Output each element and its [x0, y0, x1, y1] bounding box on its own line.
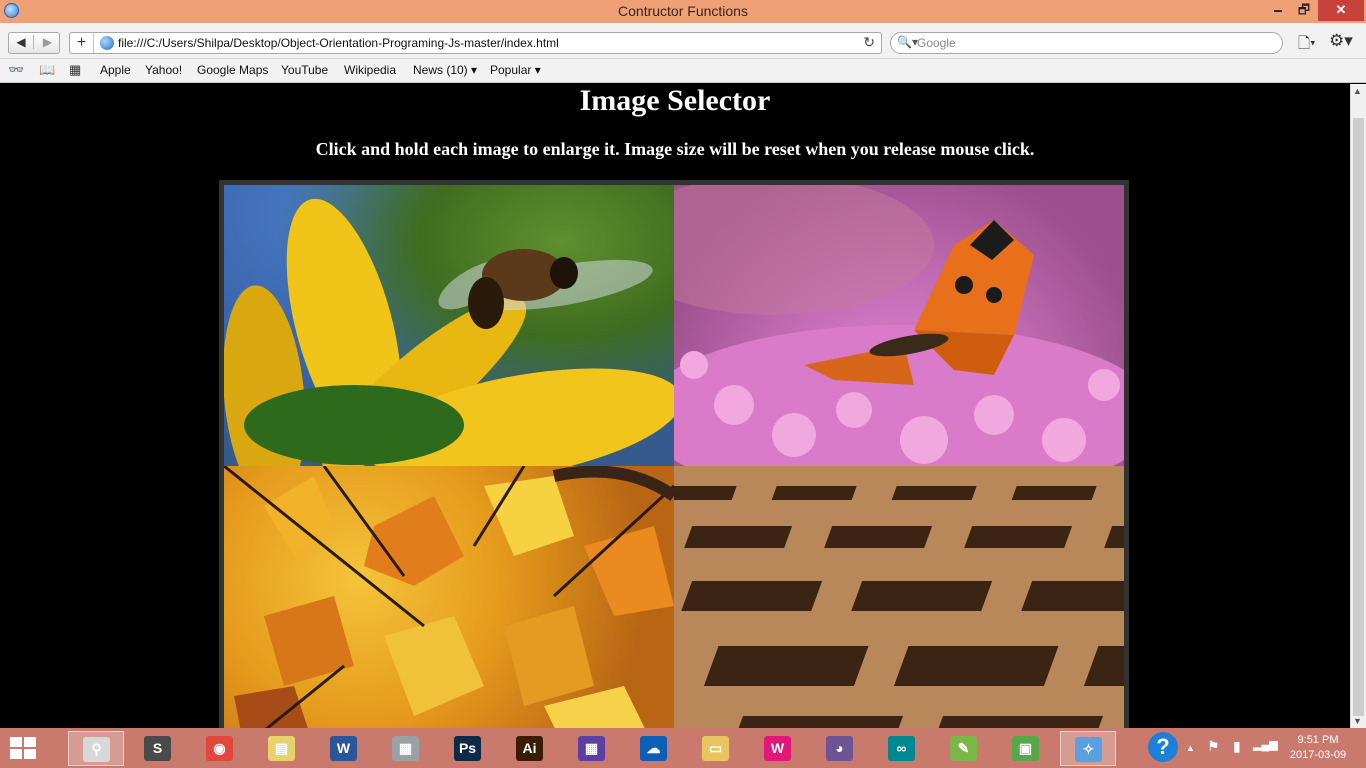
xampp-control-icon: ▣: [1012, 736, 1039, 761]
image-bee-flower[interactable]: [224, 185, 674, 466]
maximize-button[interactable]: 🗗: [1290, 0, 1318, 21]
action-center-flag-icon[interactable]: ⚑: [1207, 738, 1220, 755]
back-button[interactable]: ◀: [9, 35, 34, 49]
reading-list-icon[interactable]: 👓: [8, 62, 24, 78]
image-bricks[interactable]: [674, 466, 1124, 728]
page-content: Image Selector Click and hold each image…: [0, 84, 1350, 728]
bookmark-news[interactable]: News (10) ▾: [413, 63, 477, 77]
taskbar-app-arduino[interactable]: ∞: [874, 731, 930, 766]
clock-time: 9:51 PM: [1297, 734, 1339, 746]
windows-logo-pane: [24, 737, 36, 747]
instructions-text: Click and hold each image to enlarge it.…: [315, 139, 1035, 159]
image-gallery: [219, 180, 1129, 728]
calendar-icon: ▦: [578, 736, 605, 761]
chrome-icon: ◉: [206, 736, 233, 761]
page-menu-icon[interactable]: 🗋▾: [1298, 33, 1316, 58]
taskbar-app-github[interactable]: ◕: [812, 731, 868, 766]
taskbar-app-sublime-text[interactable]: S: [130, 731, 186, 766]
search-field[interactable]: 🔍▾ Google: [890, 32, 1283, 54]
taskbar-app-magnifier[interactable]: ⚲: [68, 731, 124, 766]
file-explorer-icon: ▭: [702, 736, 729, 761]
nav-buttons: ◀ ▶: [8, 32, 60, 54]
bookmark-popular[interactable]: Popular ▾: [490, 63, 541, 77]
bookmark-wikipedia[interactable]: Wikipedia: [344, 63, 396, 77]
sublime-text-icon: S: [144, 736, 171, 761]
bookmark-yahoo[interactable]: Yahoo!: [145, 63, 182, 77]
taskbar-app-xampp-control[interactable]: ▣: [998, 731, 1054, 766]
taskbar-app-file-explorer[interactable]: ▭: [688, 731, 744, 766]
help-icon[interactable]: ?: [1148, 732, 1178, 762]
add-bookmark-button[interactable]: +: [70, 33, 94, 53]
page-scrollbar[interactable]: ▲ ▼: [1350, 84, 1366, 728]
top-sites-icon[interactable]: ▦: [69, 62, 81, 78]
close-button[interactable]: ✕: [1318, 0, 1364, 21]
taskbar-app-safari[interactable]: ✧: [1060, 731, 1116, 766]
github-icon: ◕: [826, 736, 853, 761]
system-clock[interactable]: 9:51 PM 2017-03-09: [1285, 733, 1351, 763]
scroll-thumb[interactable]: [1353, 118, 1364, 716]
network-signal-icon[interactable]: ▂▄▆: [1253, 738, 1278, 751]
photoshop-icon: Ps: [454, 736, 481, 761]
scroll-down-arrow-icon[interactable]: ▼: [1353, 716, 1362, 726]
taskbar-app-calculator[interactable]: ▦: [378, 731, 434, 766]
notepad-plus-icon: ✎: [950, 736, 977, 761]
browser-toolbar: ◀ ▶ + file:///C:/Users/Shilpa/Desktop/Ob…: [0, 23, 1366, 59]
taskbar-app-wampserver[interactable]: W: [750, 731, 806, 766]
image-autumn-leaves[interactable]: [224, 466, 674, 728]
page-title: Image Selector: [579, 84, 771, 117]
word-icon: W: [330, 736, 357, 761]
start-button[interactable]: [10, 737, 38, 761]
taskbar-app-onedrive[interactable]: ☁: [626, 731, 682, 766]
globe-icon: [100, 36, 114, 50]
clock-date: 2017-03-09: [1289, 749, 1347, 761]
bookmark-apple[interactable]: Apple: [100, 63, 131, 77]
windows-logo-pane: [24, 749, 36, 759]
taskbar-app-illustrator[interactable]: Ai: [502, 731, 558, 766]
taskbar-app-calendar[interactable]: ▦: [564, 731, 620, 766]
bookmarks-icon[interactable]: 📖: [39, 62, 55, 78]
reload-icon[interactable]: ↻: [863, 34, 875, 51]
taskbar-app-notepad-plus[interactable]: ✎: [936, 731, 992, 766]
image-butterfly[interactable]: [674, 185, 1124, 466]
forward-button[interactable]: ▶: [35, 35, 60, 49]
address-bar[interactable]: + file:///C:/Users/Shilpa/Desktop/Object…: [69, 32, 882, 54]
bookmark-google-maps[interactable]: Google Maps: [197, 63, 268, 77]
taskbar-app-sticky-notes[interactable]: ▤: [254, 731, 310, 766]
sticky-notes-icon: ▤: [268, 736, 295, 761]
taskbar-app-photoshop[interactable]: Ps: [440, 731, 496, 766]
windows-taskbar: ⚲ S ◉ ▤ W ▦ Ps Ai ▦ ☁ ▭ W ◕ ∞ ✎ ▣ ✧ ? ▲ ⚑ ▮ ▂▄▆ 9:51 PM …: [0, 728, 1366, 768]
wampserver-icon: W: [764, 736, 791, 761]
windows-logo-pane: [10, 749, 22, 759]
minimize-button[interactable]: 🗕: [1264, 0, 1292, 21]
bookmarks-bar: 👓 📖 ▦ Apple Yahoo! Google Maps YouTube W…: [0, 59, 1366, 83]
search-icon[interactable]: 🔍▾: [897, 35, 918, 49]
safari-icon: ✧: [1075, 737, 1102, 762]
gear-icon[interactable]: ⚙▾: [1329, 31, 1353, 51]
taskbar-app-chrome[interactable]: ◉: [192, 731, 248, 766]
illustrator-icon: Ai: [516, 736, 543, 761]
url-text[interactable]: file:///C:/Users/Shilpa/Desktop/Object-O…: [118, 36, 559, 50]
windows-logo-pane: [10, 737, 22, 747]
onedrive-icon: ☁: [640, 736, 667, 761]
arduino-icon: ∞: [888, 736, 915, 761]
search-placeholder: Google: [917, 36, 956, 50]
tray-chevron-icon[interactable]: ▲: [1186, 743, 1195, 753]
scroll-up-arrow-icon[interactable]: ▲: [1353, 86, 1362, 96]
magnifier-icon: ⚲: [83, 737, 110, 762]
calculator-icon: ▦: [392, 736, 419, 761]
title-bar: Contructor Functions 🗕 🗗 ✕: [0, 0, 1366, 23]
taskbar-app-word[interactable]: W: [316, 731, 372, 766]
battery-icon[interactable]: ▮: [1233, 738, 1241, 755]
window-title: Contructor Functions: [618, 3, 748, 19]
bookmark-youtube[interactable]: YouTube: [281, 63, 328, 77]
